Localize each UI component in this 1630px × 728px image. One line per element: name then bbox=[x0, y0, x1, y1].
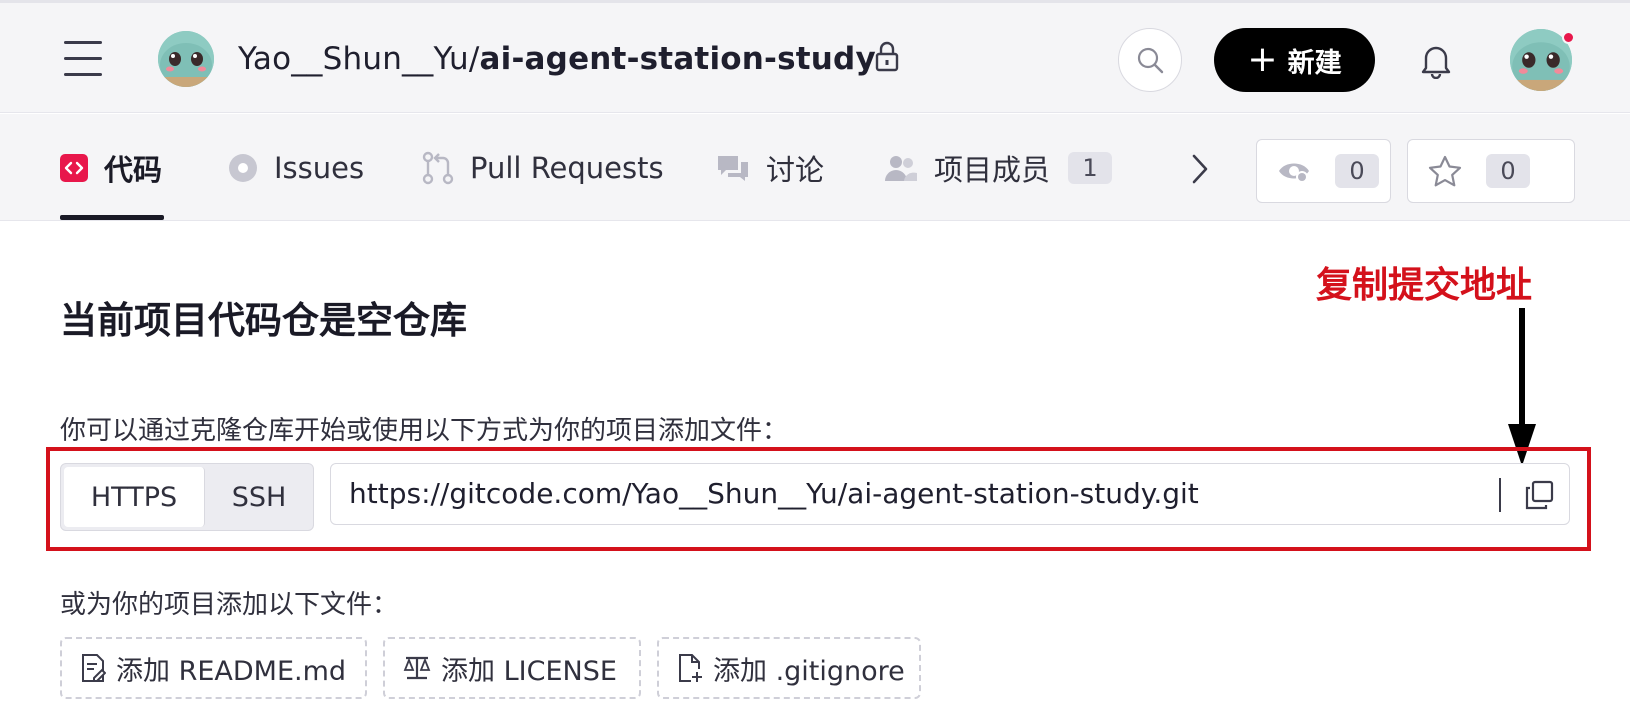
add-license-label: 添加 LICENSE bbox=[441, 655, 617, 687]
discussion-icon bbox=[718, 155, 748, 181]
add-readme-button[interactable]: 添加 README.md bbox=[60, 637, 367, 699]
copy-icon bbox=[1525, 480, 1554, 510]
add-file-icon bbox=[679, 654, 702, 682]
issues-icon bbox=[229, 153, 257, 182]
hamburger-menu-icon[interactable] bbox=[64, 41, 102, 77]
search-icon bbox=[1137, 47, 1164, 74]
path-separator: / bbox=[468, 41, 480, 77]
tab-issues-label: Issues bbox=[274, 150, 365, 185]
clone-url-field bbox=[330, 463, 1570, 525]
tab-code-label: 代码 bbox=[104, 152, 163, 187]
clone-instruction: 你可以通过克隆仓库开始或使用以下方式为你的项目添加文件： bbox=[60, 416, 789, 446]
code-icon bbox=[60, 153, 88, 182]
pull-request-icon bbox=[422, 151, 454, 184]
top-navigation-bar: Yao__Shun__Yu/ai-agent-station-study + 新… bbox=[0, 0, 1630, 113]
chevron-right-icon[interactable] bbox=[1188, 152, 1212, 186]
tab-discussions-label: 讨论 bbox=[766, 152, 825, 187]
tab-pull-requests[interactable]: Pull Requests bbox=[422, 114, 664, 221]
repo-owner-link[interactable]: Yao__Shun__Yu bbox=[238, 41, 469, 77]
lock-icon bbox=[875, 41, 899, 72]
annotation-arrow-icon bbox=[1508, 308, 1536, 466]
protocol-https-button[interactable]: HTTPS bbox=[64, 467, 205, 527]
bell-icon[interactable] bbox=[1418, 41, 1454, 79]
repo-name-link[interactable]: ai-agent-station-study bbox=[480, 41, 876, 77]
copy-url-button[interactable] bbox=[1519, 476, 1559, 514]
tab-members-label: 项目成员 bbox=[934, 152, 1051, 187]
star-button[interactable]: 0 bbox=[1407, 139, 1575, 203]
readme-file-icon bbox=[82, 654, 106, 682]
add-gitignore-button[interactable]: 添加 .gitignore bbox=[657, 637, 921, 699]
members-icon bbox=[885, 155, 917, 181]
watch-button[interactable]: 0 bbox=[1256, 139, 1391, 203]
protocol-toggle: HTTPS SSH bbox=[60, 463, 314, 531]
tab-discussions[interactable]: 讨论 bbox=[716, 114, 824, 221]
page-title: 当前项目代码仓是空仓库 bbox=[60, 299, 467, 342]
add-files-instruction: 或为你的项目添加以下文件： bbox=[60, 590, 399, 620]
active-tab-indicator bbox=[60, 215, 164, 220]
watch-count: 0 bbox=[1335, 154, 1379, 188]
tab-members[interactable]: 项目成员 1 bbox=[884, 114, 1113, 221]
annotation-label: 复制提交地址 bbox=[1316, 265, 1533, 306]
tab-code[interactable]: 代码 bbox=[60, 114, 162, 221]
star-icon bbox=[1428, 155, 1462, 187]
add-license-button[interactable]: 添加 LICENSE bbox=[383, 637, 641, 699]
notification-dot bbox=[1562, 31, 1575, 44]
star-count: 0 bbox=[1486, 154, 1530, 188]
new-button-label: 新建 bbox=[1287, 47, 1342, 79]
add-readme-label: 添加 README.md bbox=[116, 655, 347, 687]
repo-avatar[interactable] bbox=[158, 31, 214, 87]
protocol-ssh-button[interactable]: SSH bbox=[205, 464, 313, 530]
tab-issues[interactable]: Issues bbox=[228, 114, 364, 221]
add-gitignore-label: 添加 .gitignore bbox=[713, 655, 905, 687]
tab-pull-requests-label: Pull Requests bbox=[470, 150, 664, 185]
clone-url-input[interactable] bbox=[349, 464, 1469, 524]
license-scale-icon bbox=[403, 656, 431, 680]
members-count-badge: 1 bbox=[1068, 151, 1113, 184]
search-button[interactable] bbox=[1118, 28, 1182, 92]
plus-icon: + bbox=[1247, 39, 1278, 80]
new-button[interactable]: + 新建 bbox=[1214, 28, 1375, 92]
watch-eye-icon bbox=[1279, 163, 1309, 183]
url-divider bbox=[1499, 478, 1501, 512]
repo-breadcrumb: Yao__Shun__Yu/ai-agent-station-study bbox=[238, 39, 876, 79]
